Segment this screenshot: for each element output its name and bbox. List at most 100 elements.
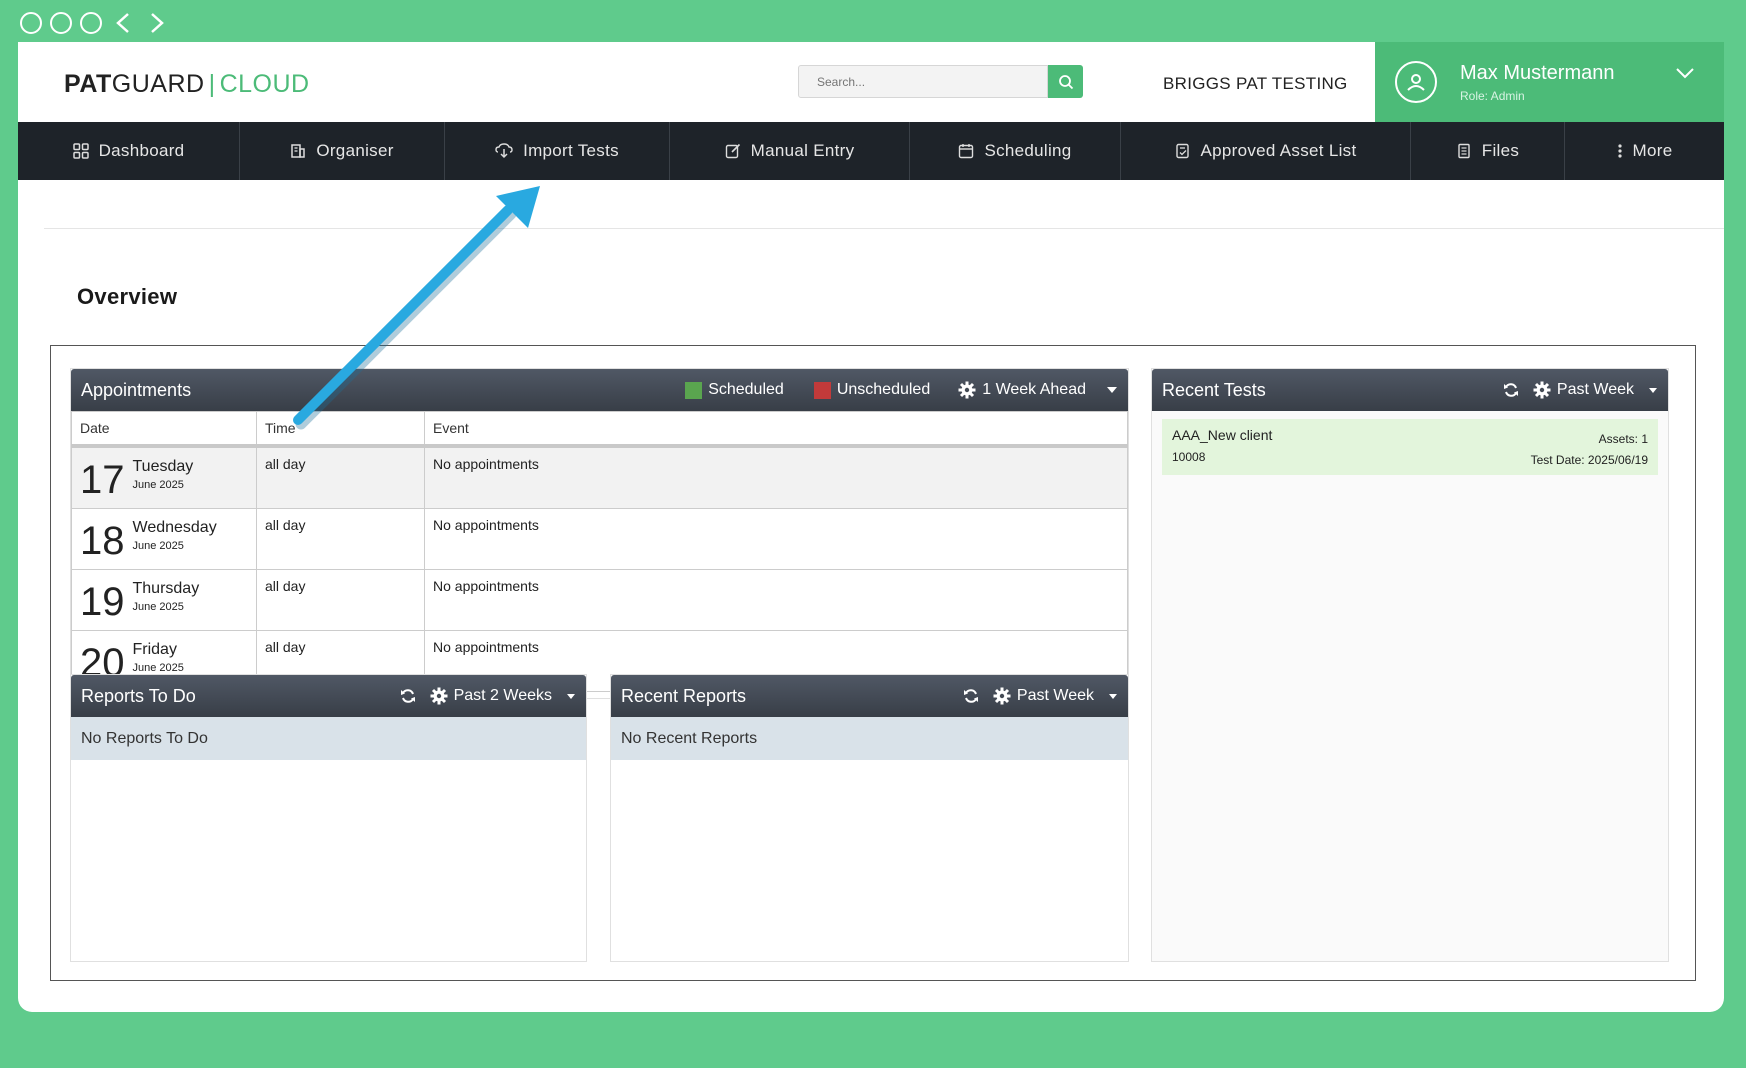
month-label: June 2025 [132,601,184,613]
day-number: 18 [80,519,125,563]
user-menu[interactable]: Max Mustermann Role: Admin [1375,42,1724,122]
patguard-logo[interactable]: PATGUARD | CLOUD [64,70,310,99]
recent-reports-header: Recent Reports Past Week [611,675,1128,717]
chevron-down-icon[interactable] [1675,66,1695,85]
window-minimize-button[interactable] [50,12,72,34]
date-cell: 17 Tuesday June 2025 [71,445,257,509]
main-navbar: Dashboard Organiser Import Tests Manual … [18,122,1724,180]
refresh-button[interactable] [400,688,416,704]
month-label: June 2025 [132,540,184,552]
building-icon [291,144,306,158]
date-cell: 18 Wednesday June 2025 [71,508,257,570]
dots-vertical-icon [1617,144,1622,158]
appointments-panel: Appointments Scheduled Unscheduled 1 Wee… [70,368,1129,699]
refresh-button[interactable] [1503,382,1519,398]
appointments-range-label: 1 Week Ahead [982,381,1086,398]
recent-reports-range-label: Past Week [1016,687,1094,704]
calendar-icon [959,144,974,159]
event-cell: No appointments [424,508,1128,570]
column-header-date[interactable]: Date [71,411,257,448]
reports-todo-empty-message: No Reports To Do [71,717,586,760]
window-maximize-button[interactable] [80,12,102,34]
time-cell: all day [256,445,425,509]
table-row[interactable]: 18 Wednesday June 2025 all day No appointm… [71,508,1128,570]
legend-scheduled: Scheduled [685,381,784,399]
event-cell: No appointments [424,445,1128,509]
appointments-table: Date Time Event 17 Tuesday June 2025 all d… [71,411,1128,692]
appointments-range-dropdown[interactable]: 1 Week Ahead [958,381,1118,399]
month-label: June 2025 [132,479,184,491]
recent-tests-title: Recent Tests [1162,379,1266,400]
nav-label: Manual Entry [750,141,855,160]
day-name: Tuesday [132,458,194,475]
logo-separator: | [208,70,216,98]
reports-todo-header: Reports To Do Past 2 Weeks [71,675,586,717]
nav-scheduling[interactable]: Scheduling [910,122,1121,180]
nav-files[interactable]: Files [1411,122,1565,180]
nav-manual-entry[interactable]: Manual Entry [670,122,910,180]
search-button[interactable] [1048,65,1083,98]
gear-icon [958,381,976,399]
recent-reports-range-dropdown[interactable]: Past Week [993,687,1118,705]
nav-label: Dashboard [98,141,185,160]
gear-icon [993,687,1011,705]
nav-label: Organiser [316,141,394,160]
caret-down-icon [1109,693,1117,699]
nav-more[interactable]: More [1565,122,1724,180]
logo-text-cloud: CLOUD [219,70,310,98]
appointments-header: Appointments Scheduled Unscheduled 1 Wee… [71,369,1128,411]
user-avatar-icon [1395,61,1437,103]
file-icon [1458,143,1470,159]
test-client-name: AAA_New client [1172,427,1273,443]
recent-tests-range-dropdown[interactable]: Past Week [1533,381,1658,399]
test-client-id: 10008 [1172,450,1206,464]
recent-reports-empty-message: No Recent Reports [611,717,1128,760]
window-controls [20,8,170,38]
reports-todo-range-dropdown[interactable]: Past 2 Weeks [430,687,576,705]
event-cell: No appointments [424,569,1128,631]
nav-dashboard[interactable]: Dashboard [18,122,240,180]
recent-test-item[interactable]: AAA_New client 10008 Assets: 1 Test Date… [1162,419,1658,475]
logo-text-bold: PAT [64,70,112,98]
grid-icon [72,143,89,159]
window-close-button[interactable] [20,12,42,34]
nav-label: Import Tests [523,141,619,160]
caret-down-icon [1649,387,1657,393]
app-window: PATGUARD|CLOUD BRIGGS PAT TESTING Max Mu… [18,42,1724,1012]
nav-approved-asset-list[interactable]: Approved Asset List [1121,122,1411,180]
edit-icon [725,143,740,159]
column-header-time[interactable]: Time [256,411,425,448]
reports-todo-range-label: Past 2 Weeks [453,687,552,704]
scheduled-swatch [685,381,703,399]
day-number: 17 [80,458,125,502]
search-input[interactable] [798,65,1048,98]
column-header-event[interactable]: Event [424,411,1128,448]
subheader-divider [44,228,1724,229]
table-row[interactable]: 17 Tuesday June 2025 all day No appointmen… [71,445,1128,509]
table-row[interactable]: 19 Thursday June 2025 all day No appointme… [71,569,1128,631]
legend-unscheduled: Unscheduled [813,381,930,399]
nav-import-tests[interactable]: Import Tests [445,122,670,180]
caret-down-icon [567,693,575,699]
back-arrow-icon[interactable] [110,10,136,36]
day-name: Wednesday [132,519,217,536]
nav-organiser[interactable]: Organiser [240,122,445,180]
refresh-icon [1503,383,1518,397]
unscheduled-swatch [813,381,831,399]
nav-label: Files [1481,141,1520,160]
test-asset-count: Assets: 1 [1598,432,1648,446]
legend-scheduled-label: Scheduled [708,381,784,398]
user-name: Max Mustermann [1460,62,1615,84]
appointments-title: Appointments [81,379,192,400]
month-label: June 2025 [132,662,184,674]
logo-text-regular: GUARD [111,70,205,98]
day-name: Friday [132,641,177,658]
caret-down-icon [1107,387,1117,393]
day-number: 19 [80,580,125,624]
reports-todo-title: Reports To Do [81,685,196,706]
nav-label: Approved Asset List [1200,141,1357,160]
forward-arrow-icon[interactable] [144,10,170,36]
recent-reports-panel: Recent Reports Past Week No Recent Repor… [610,674,1129,962]
page-title: Overview [77,284,178,309]
refresh-button[interactable] [963,688,979,704]
